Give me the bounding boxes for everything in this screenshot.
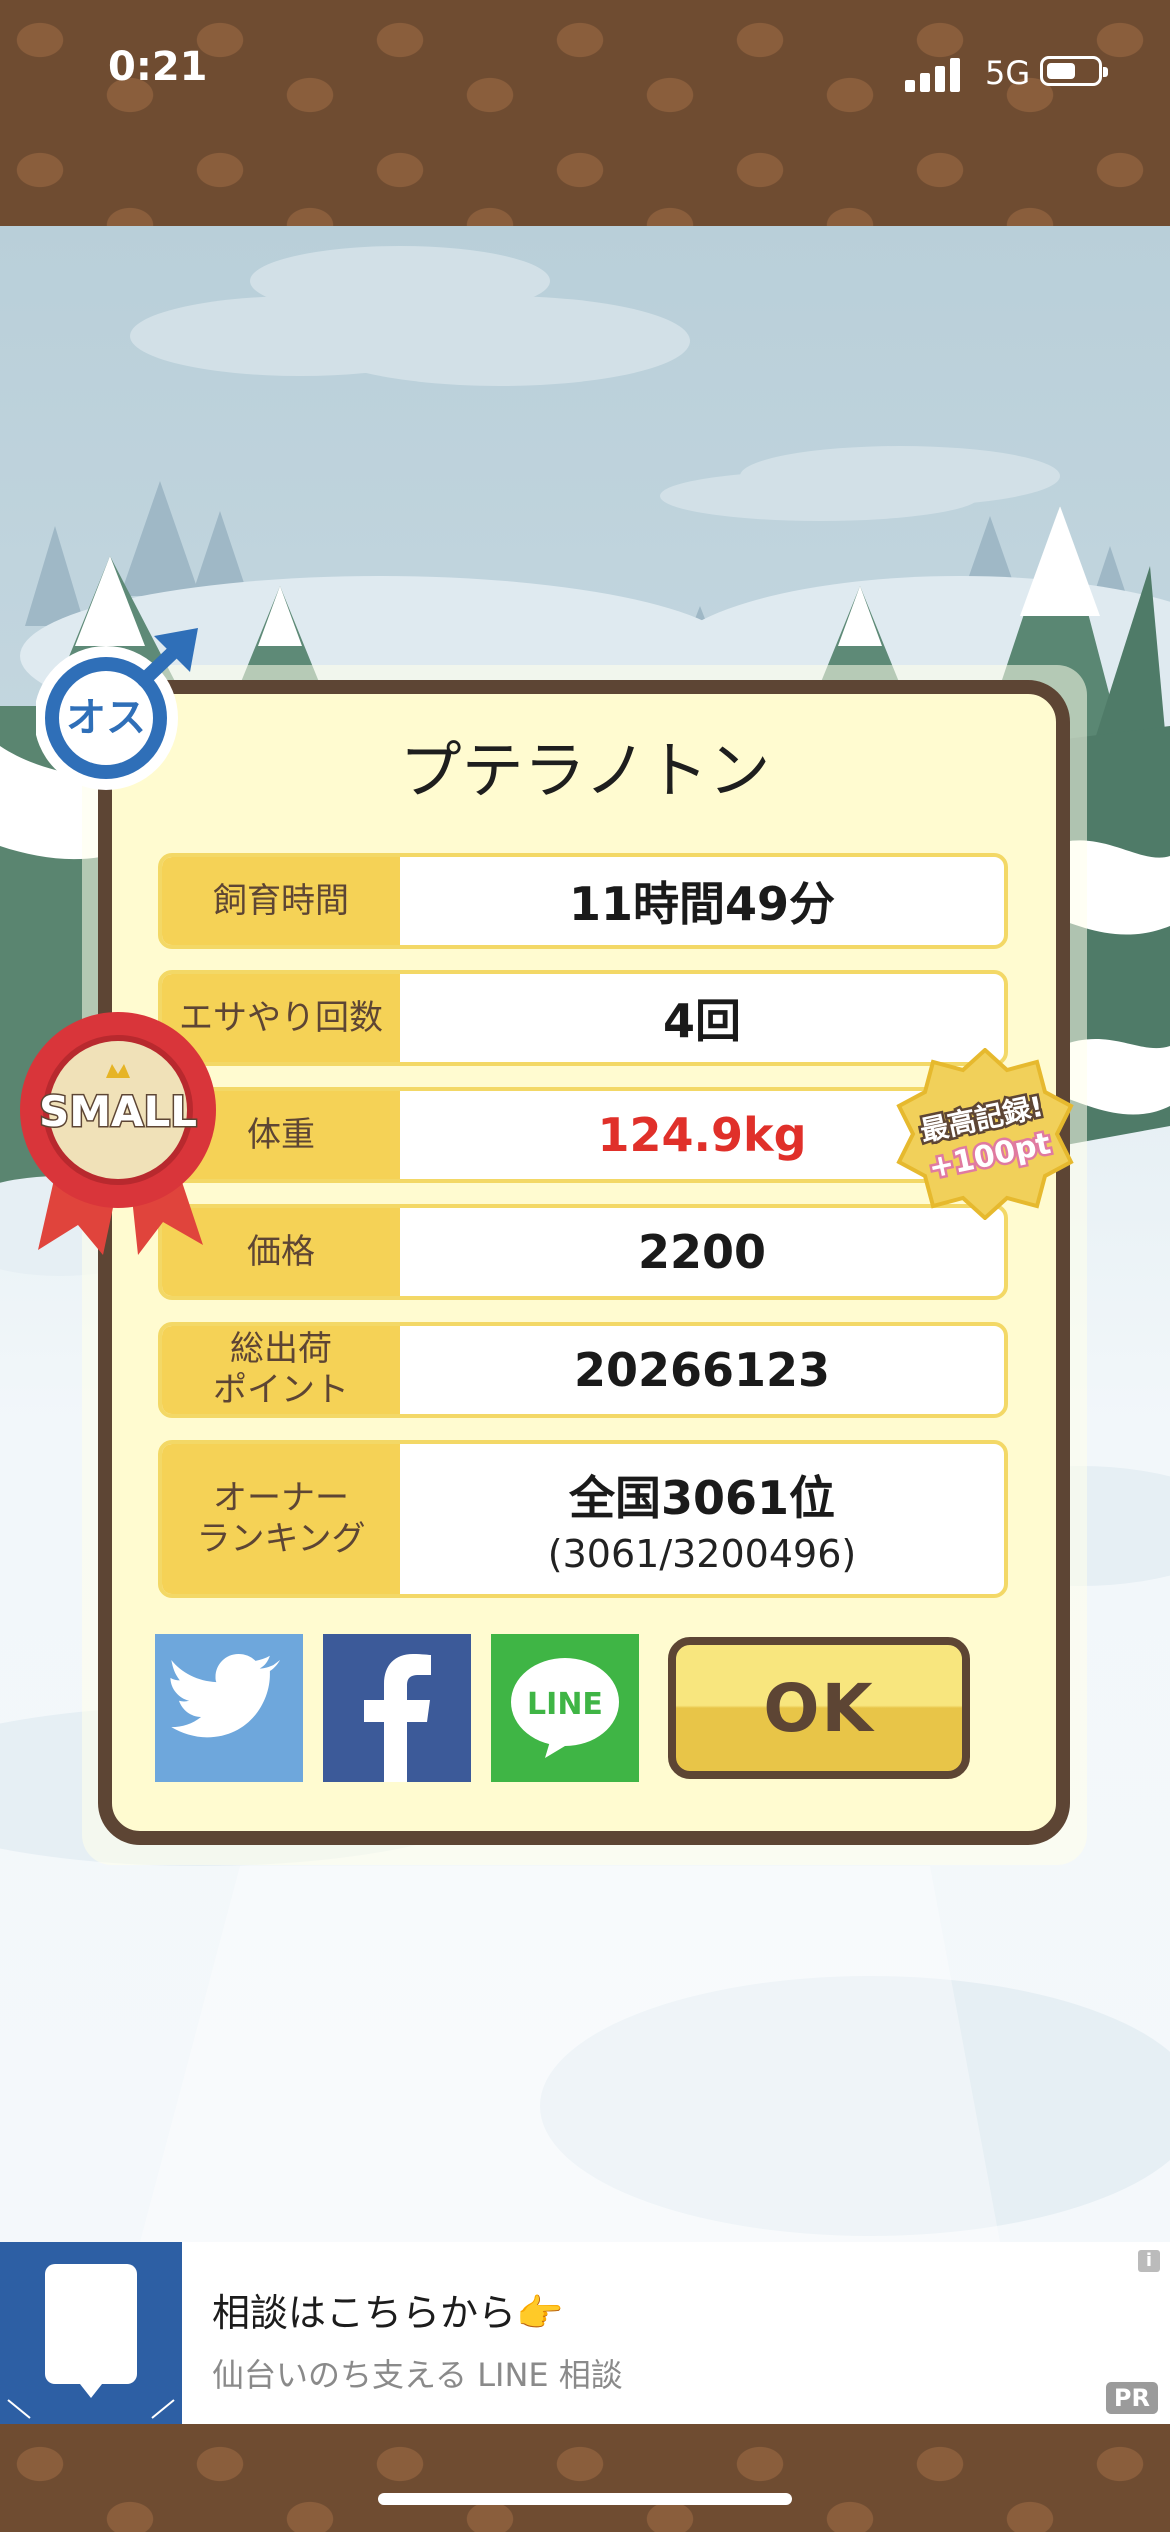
twitter-icon — [170, 1654, 281, 1738]
footer-pattern — [0, 2424, 1170, 2532]
header-pattern — [0, 0, 1170, 226]
line-icon: LINE — [511, 1658, 619, 1758]
row-value: 2200 — [637, 1225, 767, 1279]
home-indicator[interactable] — [378, 2493, 792, 2505]
row-value: 11時間49分 — [568, 877, 836, 931]
row-value: 20266123 — [573, 1343, 831, 1397]
row-price: 価格 2200 — [158, 1204, 1008, 1300]
facebook-share-button[interactable] — [323, 1634, 471, 1782]
row-value: 全国3061位 (3061/3200496) — [400, 1444, 1004, 1594]
row-weight: 体重 124.9kg — [158, 1087, 1008, 1183]
row-label: オーナー ランキング — [162, 1444, 400, 1594]
line-share-button[interactable]: LINE — [491, 1634, 639, 1782]
ranking-detail: (3061/3200496) — [547, 1532, 857, 1576]
facebook-icon — [364, 1654, 431, 1782]
row-owner-ranking: オーナー ランキング 全国3061位 (3061/3200496) — [158, 1440, 1008, 1598]
status-time: 0:21 — [108, 44, 208, 90]
ad-thumbnail — [0, 2242, 182, 2424]
network-label: 5G — [985, 54, 1031, 92]
row-breeding-time: 飼育時間 11時間49分 — [158, 853, 1008, 949]
row-label: 総出荷 ポイント — [162, 1326, 400, 1414]
ad-subtitle: 仙台いのち支える LINE 相談 — [212, 2356, 623, 2394]
row-feed-count: エサやり回数 4回 — [158, 970, 1008, 1066]
ad-decoration — [7, 2384, 175, 2419]
row-label: 飼育時間 — [162, 857, 400, 945]
battery-icon — [1040, 56, 1108, 86]
ok-button[interactable]: OK — [668, 1637, 970, 1779]
size-text: SMALL — [39, 1087, 197, 1136]
twitter-share-button[interactable] — [155, 1634, 303, 1782]
ad-title: 相談はこちらから👉 — [212, 2291, 564, 2335]
line-text: LINE — [527, 1687, 603, 1722]
record-badge-icon: 最高記録! +100pt — [896, 1048, 1074, 1220]
signal-icon — [905, 56, 965, 92]
gender-text: オス — [66, 695, 146, 741]
male-badge-icon: オス — [36, 628, 198, 790]
small-ribbon-icon: SMALL — [20, 1012, 216, 1255]
ad-pr-badge: PR — [1105, 2382, 1158, 2414]
row-total-points: 総出荷 ポイント 20266123 — [158, 1322, 1008, 1418]
ranking-national: 全国3061位 — [568, 1471, 836, 1525]
ad-info-icon[interactable]: i — [1138, 2250, 1160, 2272]
ad-banner[interactable]: 相談はこちらから👉 仙台いのち支える LINE 相談 i PR — [0, 2242, 1170, 2424]
